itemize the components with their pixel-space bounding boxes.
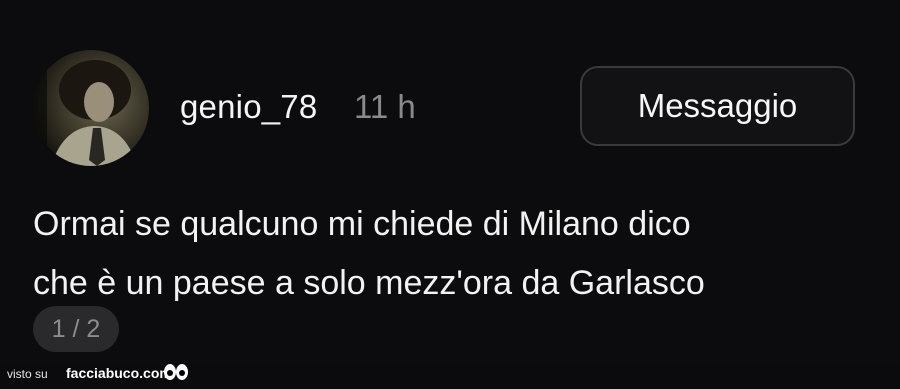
post-text: Ormai se qualcuno mi chiede di Milano di… — [33, 195, 853, 313]
username[interactable]: genio_78 — [180, 88, 317, 126]
avatar[interactable] — [33, 50, 149, 166]
site-name: facciabuco.com — [66, 365, 172, 381]
post-time: 11 h — [354, 88, 416, 125]
page-indicator: 1 / 2 — [33, 306, 119, 352]
seen-on-label: visto su — [7, 367, 48, 381]
eyes-logo-icon — [163, 362, 189, 389]
message-button[interactable]: Messaggio — [580, 66, 855, 146]
post-text-line: Ormai se qualcuno mi chiede di Milano di… — [33, 205, 691, 243]
post-card: genio_78 11 h Messaggio Ormai se qualcun… — [0, 0, 900, 362]
post-text-line: che è un paese a solo mezz'ora da Garlas… — [33, 264, 705, 302]
